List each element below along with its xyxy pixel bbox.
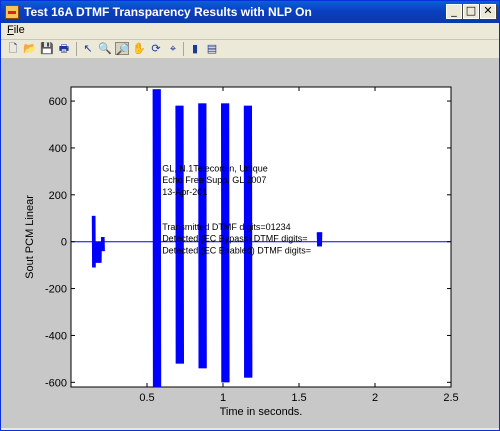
toolbar-separator [183, 42, 184, 56]
annotation-text: 13-Apr-201 [162, 187, 207, 197]
x-tick-label: 1 [220, 392, 226, 404]
matlab-figure-window: Test 16A DTMF Transparency Results with … [0, 0, 500, 431]
save-icon[interactable]: 💾 [40, 42, 54, 55]
y-tick-label: 600 [49, 96, 67, 108]
y-axis-label: Sout PCM Linear [24, 195, 36, 279]
figure-canvas: 0.5 1 1.5 2 2.5 600 400 200 0 -200 -400 -600 GL, N.1… [1, 58, 499, 430]
matlab-app-icon [5, 5, 19, 19]
x-tick-label: 1.5 [291, 392, 306, 404]
open-folder-icon[interactable]: 📂 [23, 42, 37, 55]
menu-bar: File [1, 23, 499, 38]
pan-hand-icon[interactable]: ✋ [132, 42, 146, 55]
zoom-in-icon[interactable]: 🔍 [98, 42, 112, 55]
legend-icon[interactable]: ▤ [205, 42, 219, 55]
figure-toolbar: 🗋 📂 💾 🖶 ↖ 🔍 🔎 ✋ ⟳ ⌖ ▮ ▤ [1, 39, 499, 59]
new-file-icon[interactable]: 🗋 [6, 42, 20, 55]
signal-burst-fill-2 [101, 237, 105, 252]
y-tick-label: 200 [49, 190, 67, 202]
y-tick-label: -600 [45, 377, 67, 389]
zoom-out-icon[interactable]: 🔎 [115, 42, 130, 56]
annotation-text: Detected (EC Bypass) DTMF digits= [162, 234, 307, 244]
line-chart[interactable]: 0.5 1 1.5 2 2.5 600 400 200 0 -200 -400 -600 GL, N.1… [1, 58, 499, 430]
title-bar[interactable]: Test 16A DTMF Transparency Results with … [1, 1, 499, 23]
data-cursor-icon[interactable]: ⌖ [166, 42, 180, 55]
rotate-3d-icon[interactable]: ⟳ [149, 42, 163, 55]
arrow-pointer-icon[interactable]: ↖ [81, 42, 95, 55]
window-title: Test 16A DTMF Transparency Results with … [24, 5, 312, 19]
annotation-text: Echo Free Supp. GL 2007 [162, 175, 266, 185]
colorbar-icon[interactable]: ▮ [188, 42, 202, 55]
print-icon[interactable]: 🖶 [57, 42, 71, 55]
menu-file[interactable]: File [7, 24, 25, 36]
y-tick-label: -400 [45, 330, 67, 342]
toolbar-separator [76, 42, 77, 56]
signal-burst-fill-1 [95, 241, 102, 263]
y-tick-label: -200 [45, 284, 67, 296]
x-tick-label: 2.5 [443, 392, 458, 404]
annotation-text: GL, N.1Telecom n, Unique [162, 163, 268, 173]
y-tick-label: 0 [61, 237, 67, 249]
close-button[interactable]: ✕ [480, 4, 496, 19]
x-axis-label: Time in seconds. [220, 406, 303, 418]
signal-burst-fill-8 [317, 232, 322, 247]
signal-burst-fill-3 [153, 89, 161, 387]
window-bottom-edge [1, 428, 499, 430]
x-tick-label: 0.5 [139, 392, 154, 404]
maximize-button[interactable]: □ [463, 4, 479, 19]
annotation-text: Transmitted DTMF digits=01234 [162, 222, 290, 232]
y-tick-label: 400 [49, 143, 67, 155]
annotation-text: Detected (EC Enabled) DTMF digits= [162, 245, 311, 255]
x-tick-label: 2 [372, 392, 378, 404]
signal-burst-fill-0 [92, 215, 96, 268]
minimize-button[interactable]: _ [446, 4, 462, 19]
